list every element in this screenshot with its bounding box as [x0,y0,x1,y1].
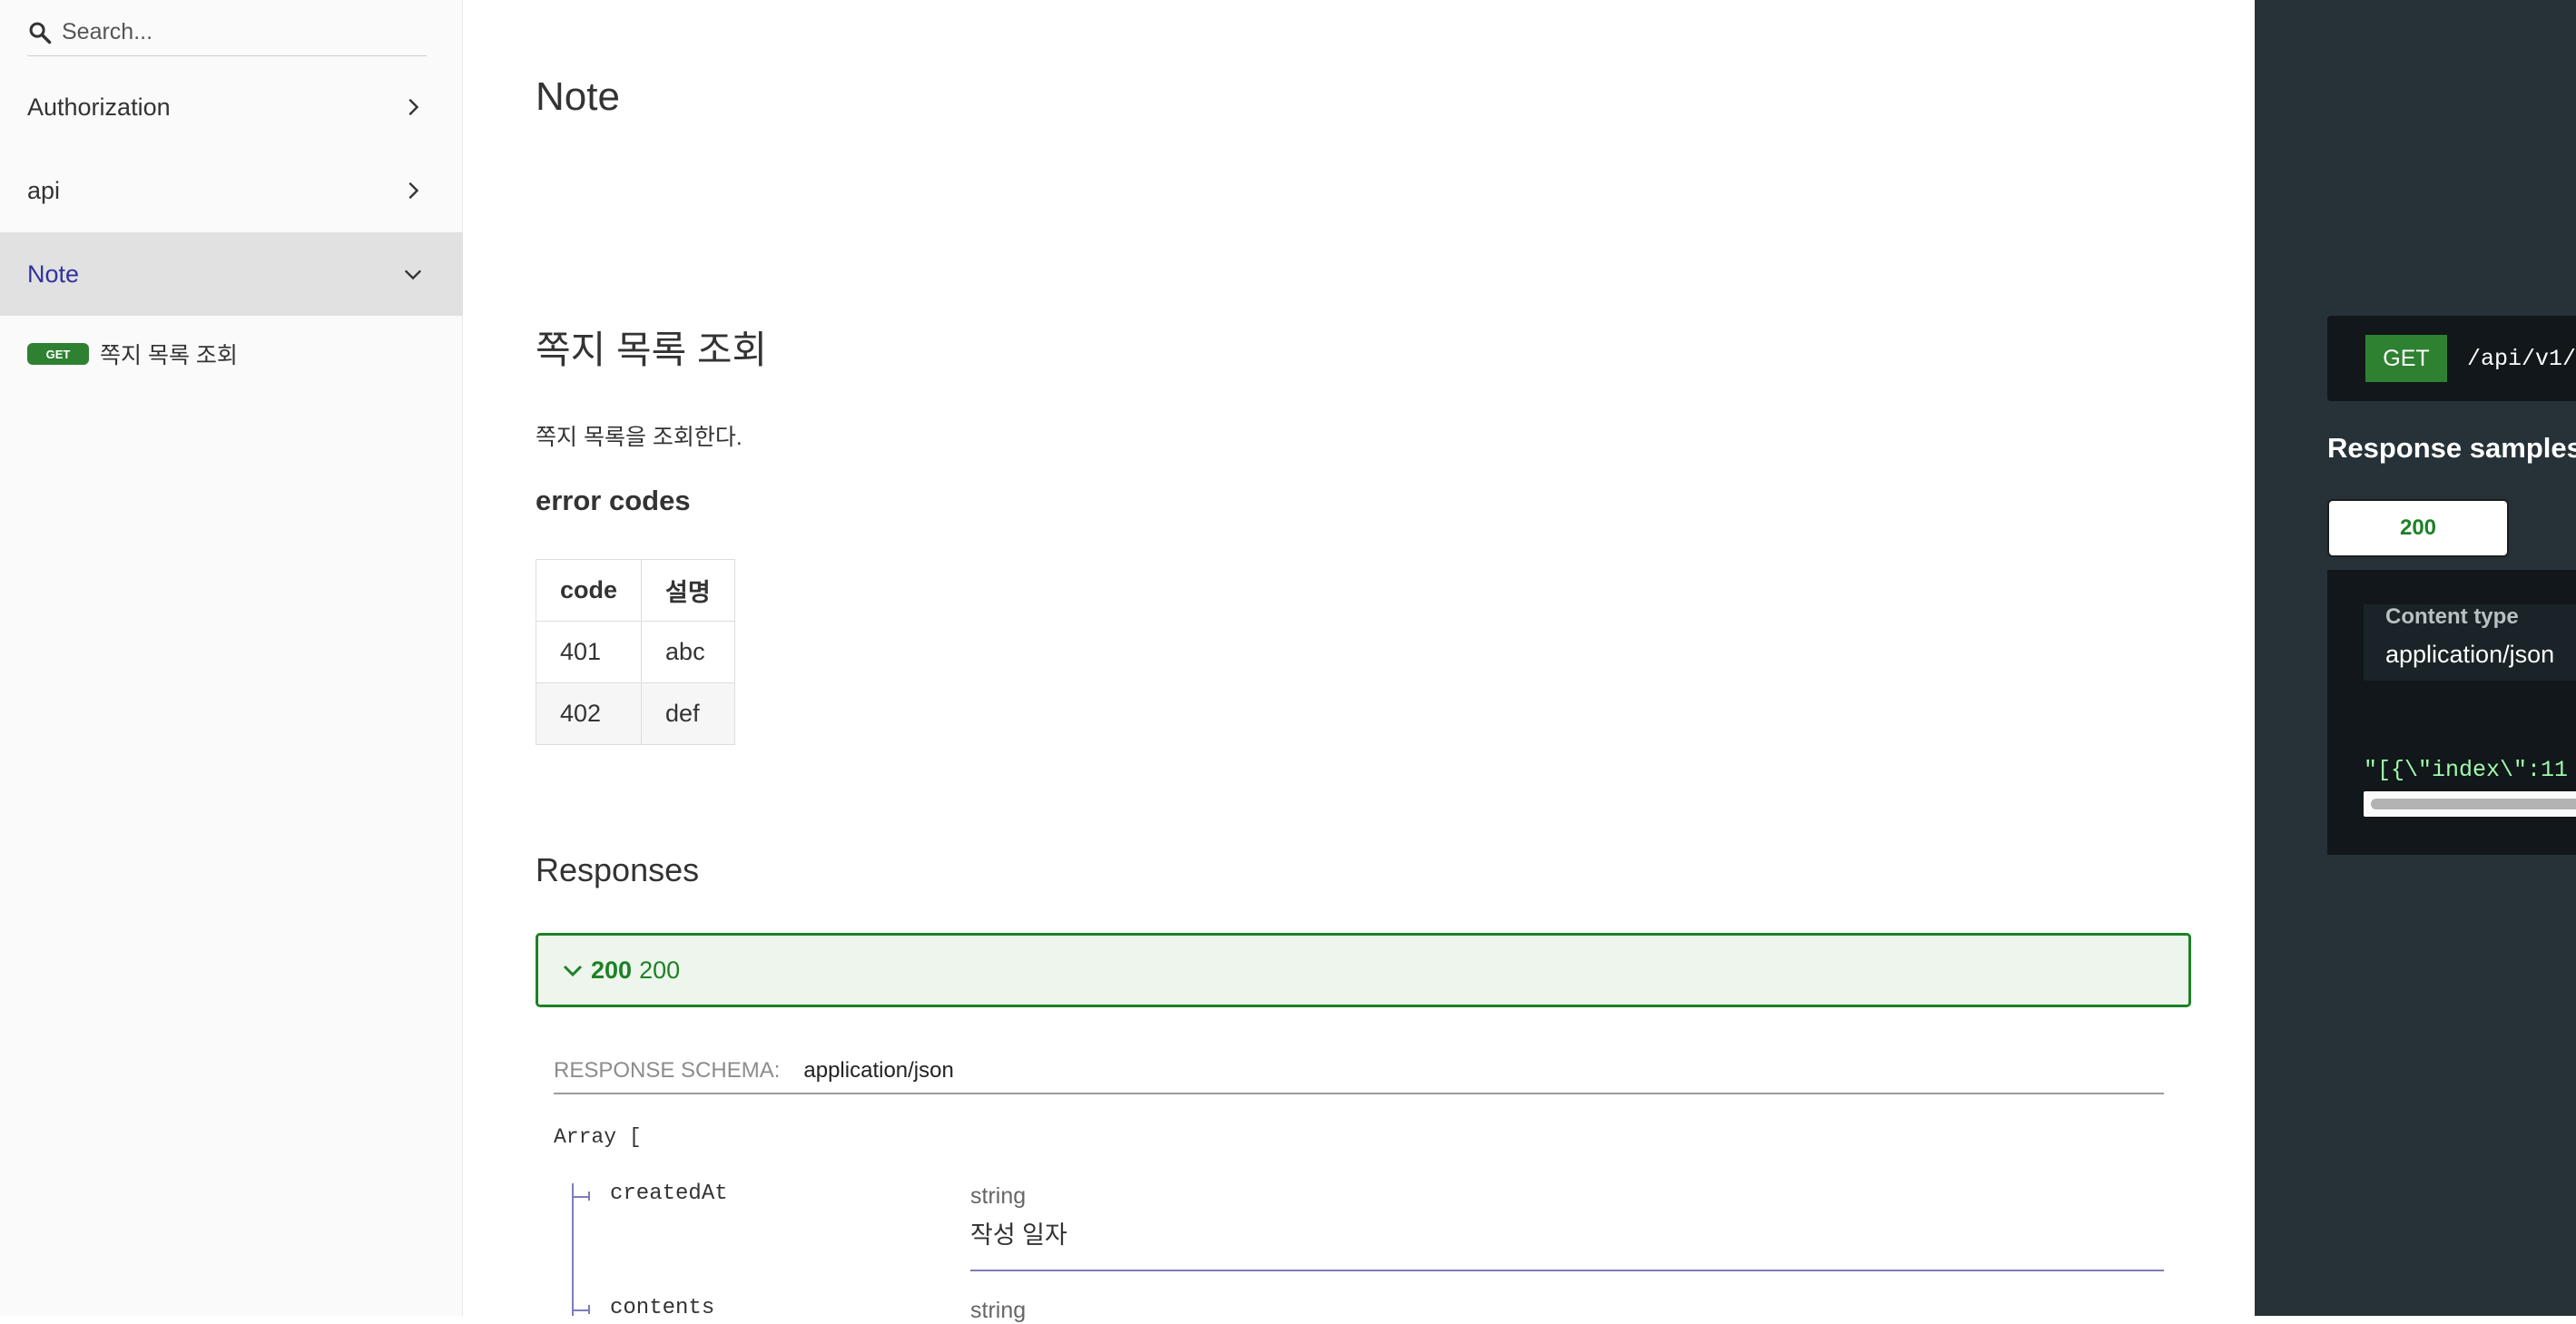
schema-property-description: 작성 일자 [970,1221,1067,1249]
content-type-box[interactable]: Content type application/json [2364,604,2576,681]
table-header-row: code 설명 [535,559,735,622]
sidebar-item-label: Authorization [27,93,171,121]
table-cell: 402 [535,682,643,745]
right-panel: GET /api/v1/ Response samples 200 Conten… [2255,0,2576,1316]
search-box [27,9,427,56]
table-header-cell: 설명 [641,559,735,622]
error-codes-heading: error codes [536,485,691,516]
content-type-label: Content type [2385,604,2519,629]
chevron-down-icon [404,270,422,280]
table-row: 402 def [535,682,735,745]
sidebar-item-api[interactable]: api [0,149,463,232]
section-title: Note [536,74,620,119]
chevron-down-icon [563,965,583,977]
table-row: 401 abc [535,621,735,683]
search-input[interactable] [62,19,407,45]
endpoint-bar[interactable]: GET /api/v1/ [2327,316,2576,401]
schema-tree-tick [588,1192,590,1201]
sidebar-item-note[interactable]: Note [0,232,463,316]
sidebar-item-label: api [27,176,61,204]
content-type-value: application/json [2385,641,2555,668]
sidebar-item-authorization[interactable]: Authorization [0,65,463,149]
response-sample-box: Content type application/json "[{\"index… [2327,570,2576,855]
search-icon [29,22,52,44]
schema-property-divider [970,1270,2164,1271]
operation-title: 쪽지 목록 조회 [536,329,768,371]
status-tab-200[interactable]: 200 [2327,499,2509,557]
responses-heading: Responses [536,851,700,888]
schema-property-type: string [970,1183,1027,1209]
main-content: Note 쪽지 목록 조회 쪽지 목록을 조회한다. error codes c… [463,0,2255,1323]
http-method-badge: GET [2365,335,2447,382]
response-code: 200 [591,956,633,984]
response-schema-label: Response Schema: [554,1058,781,1083]
sidebar: Authorization api Note GET 쪽지 목록 조회 [0,0,463,1316]
code-sample: "[{\"index\":11 [2364,757,2569,783]
chevron-right-icon [408,98,419,116]
schema-tree-line [572,1183,574,1316]
schema-property-type: string [970,1298,1027,1323]
schema-property-name: contents [610,1296,715,1320]
schema-tree-tick [588,1305,590,1314]
method-badge: GET [27,343,89,365]
endpoint-path: /api/v1/ [2467,345,2576,372]
table-header-cell: code [535,559,643,622]
scrollbar-thumb[interactable] [2371,799,2576,809]
sidebar-subitem-label: 쪽지 목록 조회 [100,343,238,368]
response-schema-content-type: application/json [803,1058,954,1083]
response-schema-header: Response Schema: application/json [554,1058,2164,1094]
operation-description: 쪽지 목록을 조회한다. [536,425,742,450]
response-200-toggle[interactable]: 200 200 [536,933,2191,1007]
schema-tree-branch [572,1196,588,1198]
response-samples-heading: Response samples [2327,432,2576,464]
response-description: 200 [639,956,681,984]
schema-property-name: createdAt [610,1182,728,1206]
error-codes-table: code 설명 401 abc 402 def [535,559,735,745]
array-open-bracket: Array [ [554,1125,642,1149]
chevron-right-icon [408,181,419,200]
table-cell: abc [641,621,735,683]
table-cell: 401 [535,621,643,683]
horizontal-scrollbar[interactable] [2364,791,2576,817]
table-cell: def [641,682,735,745]
sidebar-item-label: Note [27,260,80,288]
sidebar-subitem-note-list[interactable]: GET 쪽지 목록 조회 [27,338,238,370]
schema-tree-branch [572,1309,588,1311]
